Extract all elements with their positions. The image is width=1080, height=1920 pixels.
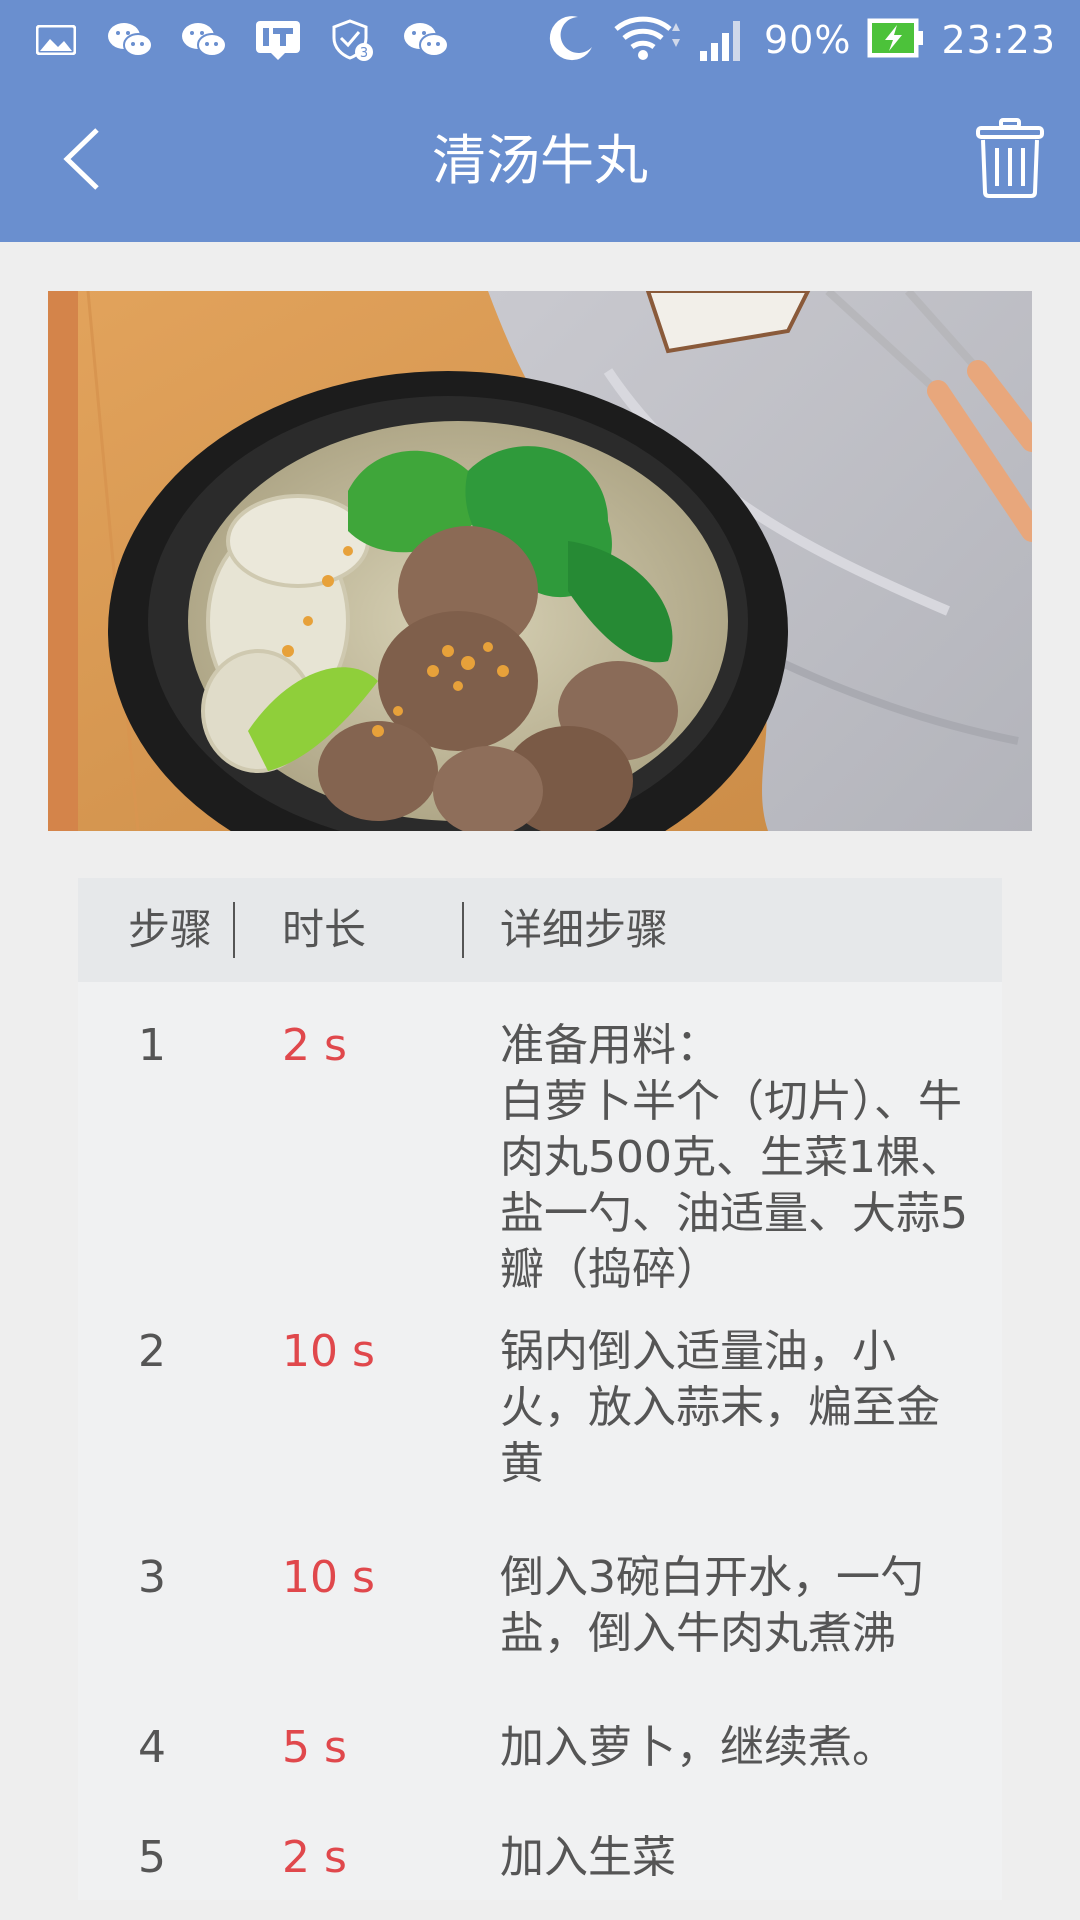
- table-row[interactable]: 2 10 s 锅内倒入适量油，小火，放入蒜末，煸至金黄: [78, 1288, 1002, 1514]
- step-duration: 10 s: [282, 1326, 375, 1377]
- header-divider: [462, 902, 464, 958]
- signal-icon: [698, 13, 748, 67]
- table-row[interactable]: 1 2 s 准备用料： 白萝卜半个（切片）、牛肉丸500克、生菜1棵、盐一勺、油…: [78, 982, 1002, 1295]
- header-divider: [233, 902, 235, 958]
- table-row[interactable]: 5 2 s 加入生菜: [78, 1794, 1002, 1900]
- shield-icon: 3: [326, 19, 378, 61]
- wifi-icon: [612, 13, 682, 67]
- steps-table: 步骤 时长 详细步骤 1 2 s 准备用料： 白萝卜半个（切片）、牛肉丸500克…: [78, 878, 1002, 1900]
- gallery-icon: [30, 20, 82, 60]
- step-number: 5: [138, 1832, 166, 1883]
- wechat-icon: [104, 20, 156, 60]
- clock: 23:23: [941, 18, 1056, 62]
- step-detail: 倒入3碗白开水，一勺盐，倒入牛肉丸煮沸: [500, 1552, 924, 1659]
- step-duration: 2 s: [282, 1832, 347, 1883]
- step-number: 1: [138, 1020, 166, 1071]
- step-number: 4: [138, 1722, 166, 1773]
- recipe-photo: [48, 291, 1032, 831]
- header-duration: 时长: [282, 905, 367, 954]
- step-detail: 准备用料： 白萝卜半个（切片）、牛肉丸500克、生菜1棵、盐一勺、油适量、大蒜5…: [500, 1020, 968, 1295]
- notification-icons: 3: [30, 14, 452, 66]
- wechat-icon: [178, 20, 230, 60]
- status-bar: 3 90% 23:23: [0, 0, 1080, 80]
- step-detail: 加入萝卜，继续煮。: [500, 1722, 896, 1773]
- battery-percent: 90%: [764, 18, 852, 62]
- step-detail: 锅内倒入适量油，小火，放入蒜末，煸至金黄: [500, 1326, 940, 1489]
- step-detail: 加入生菜: [500, 1832, 676, 1883]
- system-status: 90% 23:23: [546, 10, 1056, 70]
- wechat-icon: [400, 20, 452, 60]
- header-detail: 详细步骤: [500, 905, 669, 954]
- steps-list: 1 2 s 准备用料： 白萝卜半个（切片）、牛肉丸500克、生菜1棵、盐一勺、油…: [78, 982, 1002, 1900]
- battery-charging-icon: [867, 18, 925, 62]
- step-duration: 5 s: [282, 1722, 347, 1773]
- table-row[interactable]: 4 5 s 加入萝卜，继续煮。: [78, 1684, 1002, 1794]
- table-row[interactable]: 3 10 s 倒入3碗白开水，一勺盐，倒入牛肉丸煮沸: [78, 1514, 1002, 1684]
- trash-icon: [975, 118, 1045, 202]
- app-bar: 清汤牛丸: [0, 80, 1080, 242]
- delete-button[interactable]: [964, 114, 1056, 206]
- step-number: 3: [138, 1552, 166, 1603]
- table-header: 步骤 时长 详细步骤: [78, 878, 1002, 982]
- ithome-icon: [252, 20, 304, 60]
- svg-text:3: 3: [360, 46, 368, 61]
- step-duration: 10 s: [282, 1552, 375, 1603]
- moon-icon: [546, 13, 596, 67]
- header-step: 步骤: [128, 905, 213, 954]
- page-title: 清汤牛丸: [432, 129, 648, 192]
- step-number: 2: [138, 1326, 166, 1377]
- step-duration: 2 s: [282, 1020, 347, 1071]
